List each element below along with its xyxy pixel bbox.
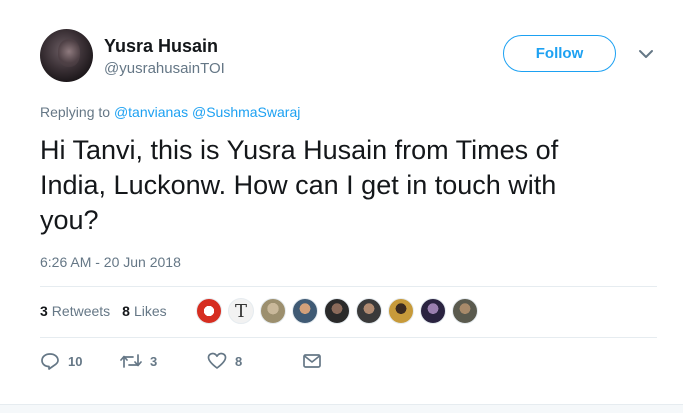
tweet-timestamp[interactable]: 6:26 AM - 20 Jun 2018 xyxy=(40,254,181,270)
tweet-text: Hi Tanvi, this is Yusra Husain from Time… xyxy=(40,133,640,238)
reply-count: 10 xyxy=(68,353,83,369)
user-handle[interactable]: @yusrahusainTOI xyxy=(104,60,225,77)
liker-avatars: T xyxy=(196,298,484,324)
retweet-button[interactable]: 3 xyxy=(120,353,207,369)
liker-avatar-9[interactable] xyxy=(452,298,478,324)
tweet-line: Hi Tanvi, this is Yusra Husain from Time… xyxy=(40,135,559,165)
mention-link-tanvianas[interactable]: @tanvianas xyxy=(114,104,188,120)
liker-avatar-5[interactable] xyxy=(324,298,350,324)
tweet-line: you? xyxy=(40,205,99,235)
liker-avatar-1[interactable] xyxy=(196,298,222,324)
heart-icon xyxy=(207,352,227,369)
follow-button[interactable]: Follow xyxy=(503,35,616,72)
divider xyxy=(40,286,657,287)
retweets-label[interactable]: Retweets xyxy=(52,303,110,319)
display-name[interactable]: Yusra Husain xyxy=(104,36,218,57)
liker-avatar-3[interactable] xyxy=(260,298,286,324)
liker-avatar-8[interactable] xyxy=(420,298,446,324)
liker-avatar-4[interactable] xyxy=(292,298,318,324)
mail-icon xyxy=(303,354,321,368)
direct-message-button[interactable] xyxy=(302,353,322,369)
like-action-count: 8 xyxy=(235,353,243,369)
likes-label[interactable]: Likes xyxy=(134,303,167,319)
chevron-down-icon[interactable] xyxy=(638,48,654,60)
replying-prefix: Replying to xyxy=(40,104,111,120)
liker-avatar-6[interactable] xyxy=(356,298,382,324)
tweet-actions: 10 3 8 xyxy=(40,352,322,370)
profile-avatar[interactable] xyxy=(40,29,93,82)
liker-avatar-2[interactable]: T xyxy=(228,298,254,324)
retweet-icon xyxy=(120,354,142,368)
like-button[interactable]: 8 xyxy=(207,352,302,370)
reply-button[interactable]: 10 xyxy=(40,352,120,370)
reply-icon xyxy=(41,353,59,370)
retweet-count[interactable]: 3 xyxy=(40,303,48,319)
tweet-stats: 3 Retweets 8 Likes xyxy=(40,303,167,319)
divider xyxy=(40,337,657,338)
mention-link-sushmaswaraj[interactable]: @SushmaSwaraj xyxy=(192,104,300,120)
retweet-action-count: 3 xyxy=(150,353,158,369)
replying-to: Replying to @tanvianas @SushmaSwaraj xyxy=(40,104,300,120)
tweet-line: India, Luckonw. How can I get in touch w… xyxy=(40,170,557,200)
liker-avatar-7[interactable] xyxy=(388,298,414,324)
like-count[interactable]: 8 xyxy=(122,303,130,319)
